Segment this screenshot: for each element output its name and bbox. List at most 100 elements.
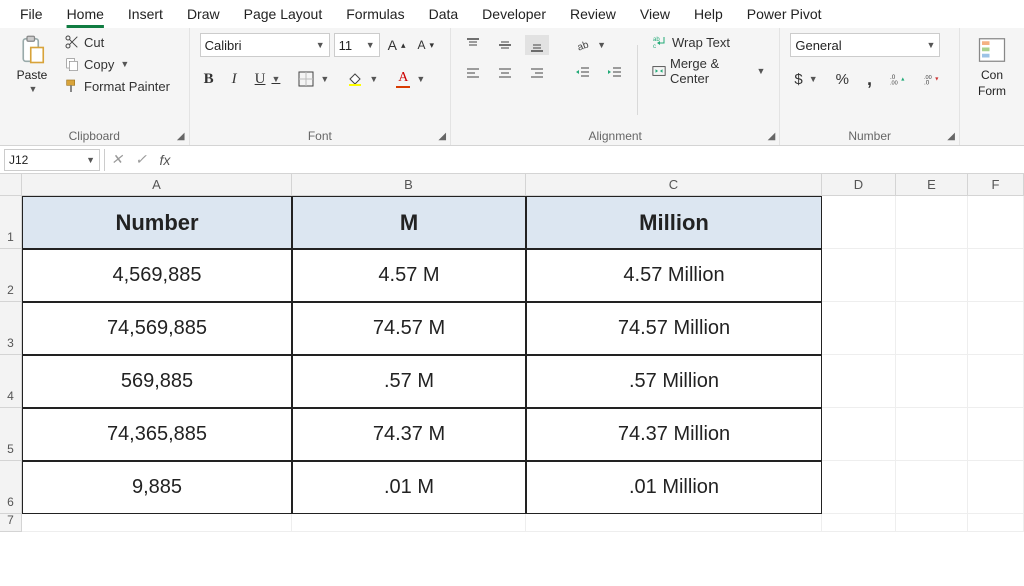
- row-header-4[interactable]: 4: [0, 355, 22, 408]
- cell-f7[interactable]: [968, 514, 1024, 532]
- cell-a5[interactable]: 74,365,885: [22, 408, 292, 461]
- col-header-f[interactable]: F: [968, 174, 1024, 196]
- dialog-launcher-icon[interactable]: ◢: [177, 131, 185, 142]
- cell-b5[interactable]: 74.37 M: [292, 408, 526, 461]
- name-box[interactable]: J12▼: [4, 149, 100, 171]
- menu-data[interactable]: Data: [417, 2, 471, 28]
- copy-button[interactable]: Copy▼: [60, 54, 174, 74]
- row-header-3[interactable]: 3: [0, 302, 22, 355]
- cell-b3[interactable]: 74.57 M: [292, 302, 526, 355]
- cell-d2[interactable]: [822, 249, 896, 302]
- cell-c3[interactable]: 74.57 Million: [526, 302, 822, 355]
- cell-a4[interactable]: 569,885: [22, 355, 292, 408]
- number-format-combo[interactable]: General▼: [790, 33, 940, 57]
- conditional-formatting-button[interactable]: Con Form: [970, 32, 1014, 100]
- cell-b7[interactable]: [292, 514, 526, 532]
- select-all-corner[interactable]: [0, 174, 22, 196]
- cell-c1[interactable]: Million: [526, 196, 822, 249]
- cell-b4[interactable]: .57 M: [292, 355, 526, 408]
- row-header-2[interactable]: 2: [0, 249, 22, 302]
- cell-e7[interactable]: [896, 514, 968, 532]
- cell-e4[interactable]: [896, 355, 968, 408]
- cell-b2[interactable]: 4.57 M: [292, 249, 526, 302]
- menu-insert[interactable]: Insert: [116, 2, 175, 28]
- dialog-launcher-icon[interactable]: ◢: [768, 131, 776, 142]
- cell-e6[interactable]: [896, 461, 968, 514]
- format-painter-button[interactable]: Format Painter: [60, 76, 174, 96]
- cell-c5[interactable]: 74.37 Million: [526, 408, 822, 461]
- dialog-launcher-icon[interactable]: ◢: [438, 131, 446, 142]
- underline-button[interactable]: U▼: [251, 69, 285, 90]
- increase-font-button[interactable]: A▴: [384, 35, 410, 55]
- dialog-launcher-icon[interactable]: ◢: [947, 131, 955, 142]
- cell-f6[interactable]: [968, 461, 1024, 514]
- menu-view[interactable]: View: [628, 2, 682, 28]
- cell-c7[interactable]: [526, 514, 822, 532]
- col-header-c[interactable]: C: [526, 174, 822, 196]
- row-header-5[interactable]: 5: [0, 408, 22, 461]
- row-header-1[interactable]: 1: [0, 196, 22, 249]
- cell-e1[interactable]: [896, 196, 968, 249]
- fill-color-button[interactable]: ▼: [343, 69, 382, 89]
- menu-formulas[interactable]: Formulas: [334, 2, 416, 28]
- col-header-a[interactable]: A: [22, 174, 292, 196]
- italic-button[interactable]: I: [228, 69, 241, 90]
- cell-d5[interactable]: [822, 408, 896, 461]
- menu-draw[interactable]: Draw: [175, 2, 232, 28]
- cell-b1[interactable]: M: [292, 196, 526, 249]
- align-middle-button[interactable]: [493, 35, 517, 55]
- cell-d3[interactable]: [822, 302, 896, 355]
- cell-c4[interactable]: .57 Million: [526, 355, 822, 408]
- formula-input[interactable]: [177, 149, 1024, 171]
- cell-f1[interactable]: [968, 196, 1024, 249]
- merge-center-button[interactable]: Merge & Center▼: [648, 54, 769, 88]
- cell-d4[interactable]: [822, 355, 896, 408]
- wrap-text-button[interactable]: abc Wrap Text: [648, 32, 769, 52]
- align-bottom-button[interactable]: [525, 35, 549, 55]
- comma-button[interactable]: ,: [863, 67, 876, 92]
- cell-d1[interactable]: [822, 196, 896, 249]
- cell-f2[interactable]: [968, 249, 1024, 302]
- cell-e3[interactable]: [896, 302, 968, 355]
- align-center-button[interactable]: [493, 63, 517, 83]
- menu-file[interactable]: File: [8, 2, 55, 28]
- menu-power-pivot[interactable]: Power Pivot: [735, 2, 834, 28]
- borders-button[interactable]: ▼: [294, 69, 333, 89]
- percent-button[interactable]: %: [832, 69, 853, 90]
- menu-page-layout[interactable]: Page Layout: [232, 2, 335, 28]
- row-header-6[interactable]: 6: [0, 461, 22, 514]
- bold-button[interactable]: B: [200, 69, 218, 90]
- cell-e5[interactable]: [896, 408, 968, 461]
- cell-e2[interactable]: [896, 249, 968, 302]
- menu-developer[interactable]: Developer: [470, 2, 558, 28]
- menu-review[interactable]: Review: [558, 2, 628, 28]
- cell-f4[interactable]: [968, 355, 1024, 408]
- decrease-decimal-button[interactable]: .00.0: [920, 69, 944, 89]
- cell-a1[interactable]: Number: [22, 196, 292, 249]
- font-color-button[interactable]: A▼: [392, 68, 429, 90]
- increase-decimal-button[interactable]: .0.00: [886, 69, 910, 89]
- cell-c2[interactable]: 4.57 Million: [526, 249, 822, 302]
- cut-button[interactable]: Cut: [60, 32, 174, 52]
- font-size-combo[interactable]: 11▼: [334, 33, 380, 57]
- cell-a3[interactable]: 74,569,885: [22, 302, 292, 355]
- insert-function-button[interactable]: fx: [153, 152, 177, 168]
- increase-indent-button[interactable]: [603, 63, 627, 83]
- cell-a2[interactable]: 4,569,885: [22, 249, 292, 302]
- paste-button[interactable]: Paste ▼: [10, 32, 54, 96]
- decrease-font-button[interactable]: A▾: [413, 36, 438, 54]
- menu-help[interactable]: Help: [682, 2, 735, 28]
- cell-c6[interactable]: .01 Million: [526, 461, 822, 514]
- orientation-button[interactable]: ab▼: [571, 35, 610, 55]
- cell-a6[interactable]: 9,885: [22, 461, 292, 514]
- align-left-button[interactable]: [461, 63, 485, 83]
- cell-a7[interactable]: [22, 514, 292, 532]
- cell-f5[interactable]: [968, 408, 1024, 461]
- cell-f3[interactable]: [968, 302, 1024, 355]
- font-name-combo[interactable]: Calibri▼: [200, 33, 330, 57]
- formula-cancel-button[interactable]: ✕: [105, 151, 129, 168]
- cell-d7[interactable]: [822, 514, 896, 532]
- formula-enter-button[interactable]: ✓: [129, 151, 153, 168]
- row-header-7[interactable]: 7: [0, 514, 22, 532]
- menu-home[interactable]: Home: [55, 2, 116, 28]
